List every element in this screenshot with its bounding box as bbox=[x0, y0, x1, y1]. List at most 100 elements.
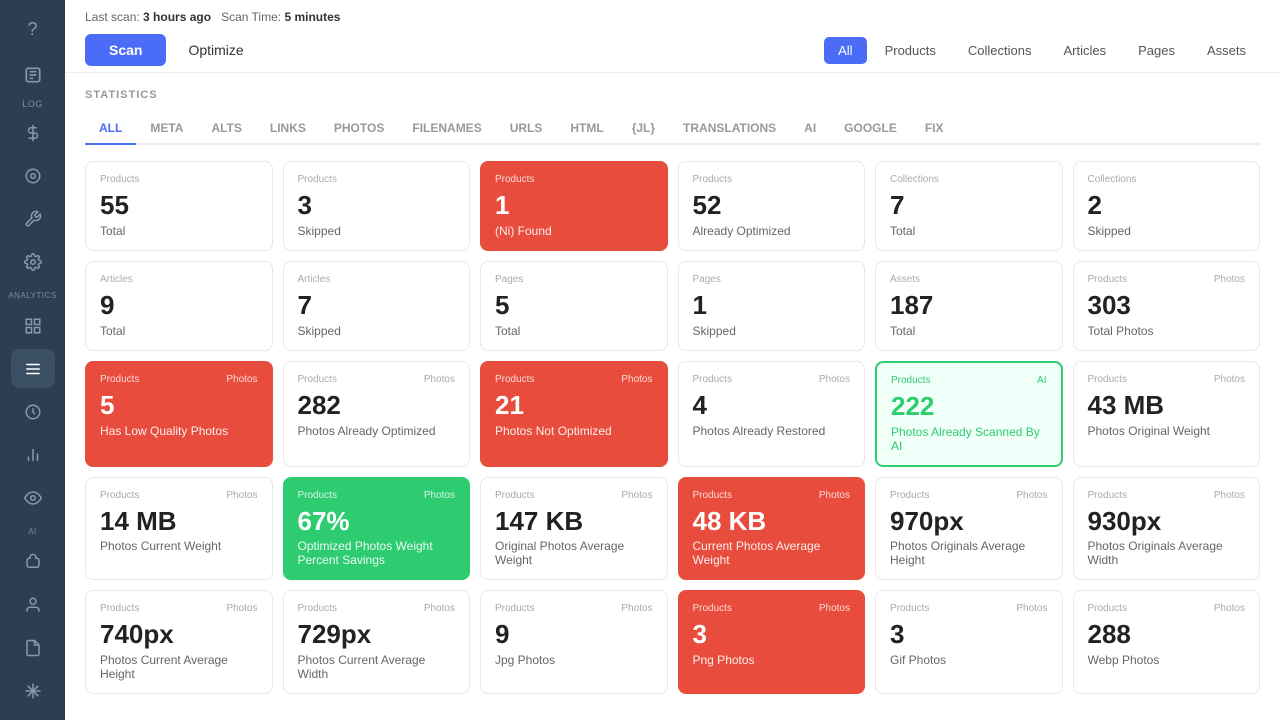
card-label: Photos Originals Average Width bbox=[1088, 539, 1246, 567]
filter-tab-collections[interactable]: Collections bbox=[954, 37, 1046, 64]
card-label: Total Photos bbox=[1088, 324, 1246, 338]
card-value: 4 bbox=[693, 391, 851, 420]
sub-tab-photos[interactable]: PHOTOS bbox=[320, 113, 398, 145]
card-value: 7 bbox=[298, 291, 456, 320]
card-label: Already Optimized bbox=[693, 224, 851, 238]
grid-icon[interactable] bbox=[11, 306, 55, 345]
card-value: 222 bbox=[891, 392, 1047, 421]
card-label: Total bbox=[890, 224, 1048, 238]
sub-tab-html[interactable]: HTML bbox=[556, 113, 617, 145]
filter-tab-assets[interactable]: Assets bbox=[1193, 37, 1260, 64]
card-cat: Collections bbox=[890, 174, 939, 185]
left-buttons: Scan Optimize bbox=[85, 34, 260, 66]
scan-info: Last scan: 3 hours ago Scan Time: 5 minu… bbox=[85, 10, 1260, 24]
card-value: 5 bbox=[100, 391, 258, 420]
filter-tab-pages[interactable]: Pages bbox=[1124, 37, 1189, 64]
bar-chart-icon[interactable] bbox=[11, 435, 55, 474]
log-label: LOG bbox=[22, 99, 43, 109]
stat-card-gif-photos: Products Photos 3 Gif Photos bbox=[875, 590, 1063, 694]
card-cat: Pages bbox=[495, 274, 523, 285]
card-label: Skipped bbox=[298, 224, 456, 238]
stat-card-orig-avg-width: Products Photos 930px Photos Originals A… bbox=[1073, 477, 1261, 581]
sub-tab-filenames[interactable]: FILENAMES bbox=[398, 113, 495, 145]
card-label: Skipped bbox=[693, 324, 851, 338]
card-label: Total bbox=[100, 324, 258, 338]
sub-tab-fix[interactable]: FIX bbox=[911, 113, 958, 145]
scroll-icon[interactable] bbox=[11, 628, 55, 667]
scan-button[interactable]: Scan bbox=[85, 34, 166, 66]
filter-tab-products[interactable]: Products bbox=[871, 37, 950, 64]
sub-tab-meta[interactable]: META bbox=[136, 113, 197, 145]
card-label: Total bbox=[100, 224, 258, 238]
stat-card-avg-weight: Products Photos 147 KB Original Photos A… bbox=[480, 477, 668, 581]
dollar-icon[interactable] bbox=[11, 113, 55, 152]
sub-tab-translations[interactable]: TRANSLATIONS bbox=[669, 113, 790, 145]
card-cat2: Photos bbox=[226, 603, 257, 614]
statistics-label: STATISTICS bbox=[85, 89, 1260, 101]
card-cat: Products bbox=[298, 174, 337, 185]
sub-tab-alts[interactable]: ALTS bbox=[197, 113, 255, 145]
card-cat: Products bbox=[495, 174, 534, 185]
question-icon[interactable]: ? bbox=[11, 10, 55, 49]
clock-icon[interactable] bbox=[11, 392, 55, 431]
card-cat: Products bbox=[298, 374, 337, 385]
sub-tab-jl[interactable]: {JL} bbox=[618, 113, 669, 145]
stat-card-low-quality: Products Photos 5 Has Low Quality Photos bbox=[85, 361, 273, 467]
sub-tab-all[interactable]: ALL bbox=[85, 113, 136, 145]
stat-card-photos-restored: Products Photos 4 Photos Already Restore… bbox=[678, 361, 866, 467]
card-value: 7 bbox=[890, 191, 1048, 220]
card-label: Total bbox=[495, 324, 653, 338]
stat-card-png-photos: Products Photos 3 Png Photos bbox=[678, 590, 866, 694]
card-value: 9 bbox=[100, 291, 258, 320]
log-icon[interactable] bbox=[11, 53, 55, 97]
sub-tab-links[interactable]: LINKS bbox=[256, 113, 320, 145]
list-icon[interactable] bbox=[11, 349, 55, 388]
main-content: Last scan: 3 hours ago Scan Time: 5 minu… bbox=[65, 0, 1280, 720]
card-cat2: Photos bbox=[424, 603, 455, 614]
sub-tab-urls[interactable]: URLS bbox=[496, 113, 557, 145]
user-icon[interactable] bbox=[11, 585, 55, 624]
card-label: Skipped bbox=[1088, 224, 1246, 238]
card-label: Photos Already Scanned By AI bbox=[891, 425, 1047, 453]
card-label: Jpg Photos bbox=[495, 653, 653, 667]
filter-tab-all[interactable]: All bbox=[824, 37, 866, 64]
sub-tab-google[interactable]: GOOGLE bbox=[830, 113, 911, 145]
card-cat: Products bbox=[495, 490, 534, 501]
card-value: 52 bbox=[693, 191, 851, 220]
card-cat2: Photos bbox=[1214, 603, 1245, 614]
optimize-button[interactable]: Optimize bbox=[172, 34, 259, 66]
stats-row-5: Products Photos 740px Photos Current Ave… bbox=[85, 590, 1260, 694]
card-cat: Products bbox=[298, 603, 337, 614]
card-label: Photos Current Weight bbox=[100, 539, 258, 553]
eye-icon[interactable] bbox=[11, 478, 55, 517]
stat-card-articles-total: Articles 9 Total bbox=[85, 261, 273, 351]
card-label: Photos Already Optimized bbox=[298, 424, 456, 438]
circle-icon[interactable] bbox=[11, 156, 55, 195]
stats-row-3: Products Photos 5 Has Low Quality Photos… bbox=[85, 361, 1260, 467]
stat-card-assets-total: Assets 187 Total bbox=[875, 261, 1063, 351]
filter-tabs: All Products Collections Articles Pages … bbox=[824, 37, 1260, 64]
filter-tab-articles[interactable]: Articles bbox=[1049, 37, 1120, 64]
card-cat: Products bbox=[100, 374, 139, 385]
stat-card-current-avg-width: Products Photos 729px Photos Current Ave… bbox=[283, 590, 471, 694]
card-label: (Ni) Found bbox=[495, 224, 653, 238]
card-cat: Products bbox=[693, 603, 732, 614]
ai-icon[interactable] bbox=[11, 542, 55, 581]
stat-card-orig-avg-height: Products Photos 970px Photos Originals A… bbox=[875, 477, 1063, 581]
topbar: Last scan: 3 hours ago Scan Time: 5 minu… bbox=[65, 0, 1280, 73]
card-value: 740px bbox=[100, 620, 258, 649]
stat-card-products-skipped: Products 3 Skipped bbox=[283, 161, 471, 251]
card-cat: Products bbox=[1088, 603, 1127, 614]
card-cat2: AI bbox=[1037, 375, 1046, 386]
asterisk-icon[interactable] bbox=[11, 671, 55, 710]
gear-icon[interactable] bbox=[11, 242, 55, 281]
scan-time-label: Scan Time: bbox=[221, 10, 281, 24]
card-value: 282 bbox=[298, 391, 456, 420]
card-cat2: Photos bbox=[424, 374, 455, 385]
wrench-icon[interactable] bbox=[11, 199, 55, 238]
card-cat: Products bbox=[693, 490, 732, 501]
card-cat: Products bbox=[1088, 274, 1127, 285]
card-cat: Products bbox=[890, 490, 929, 501]
sub-tab-ai[interactable]: AI bbox=[790, 113, 830, 145]
card-cat2: Photos bbox=[1016, 603, 1047, 614]
